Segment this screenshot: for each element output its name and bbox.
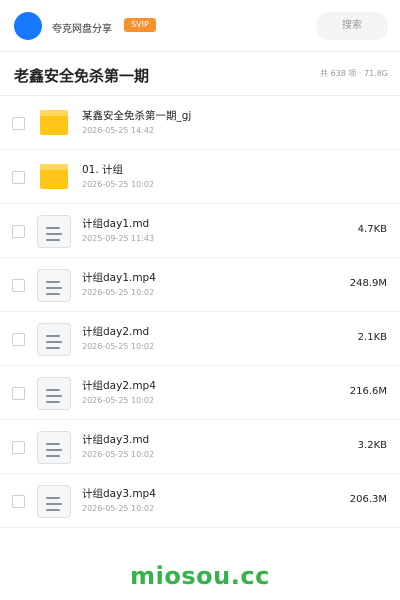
file-date: 2026-05-25 10:02 [82, 504, 155, 513]
row-checkbox[interactable] [12, 333, 25, 346]
file-date: 2026-05-25 10:02 [82, 450, 155, 459]
file-name: 计组day3.md [82, 434, 150, 446]
row-checkbox[interactable] [12, 171, 25, 184]
site-name: 夸克网盘分享 [52, 24, 112, 35]
file-row[interactable]: 01. 计组 2026-05-25 10:02 [0, 150, 400, 204]
file-row[interactable]: 计组day2.mp4 2026-05-25 10:02 216.6M [0, 366, 400, 420]
share-title: 老鑫安全免杀第一期 [14, 67, 150, 85]
row-checkbox[interactable] [12, 117, 25, 130]
file-size: 206.3M [349, 494, 387, 505]
file-name: 01. 计组 [82, 164, 124, 176]
file-row[interactable]: 计组day1.mp4 2026-05-25 10:02 248.9M [0, 258, 400, 312]
row-checkbox[interactable] [12, 279, 25, 292]
document-icon [37, 377, 71, 410]
row-checkbox[interactable] [12, 225, 25, 238]
file-name: 计组day1.md [82, 218, 150, 230]
row-checkbox[interactable] [12, 387, 25, 400]
search-button[interactable]: 搜索 [316, 12, 388, 40]
file-name: 计组day1.mp4 [82, 272, 156, 284]
document-icon [37, 269, 71, 302]
file-size: 2.1KB [357, 332, 387, 343]
row-checkbox[interactable] [12, 441, 25, 454]
file-size: 3.2KB [357, 440, 387, 451]
file-name: 某鑫安全免杀第一期_gj [82, 110, 192, 122]
title-bar: 老鑫安全免杀第一期 共 638 项 · 71.8G [0, 52, 400, 96]
file-row[interactable]: 某鑫安全免杀第一期_gj 2026-05-25 14:42 [0, 96, 400, 150]
share-summary: 共 638 项 · 71.8G [320, 69, 388, 78]
file-size: 4.7KB [357, 224, 387, 235]
file-row[interactable]: 计组day3.md 2026-05-25 10:02 3.2KB [0, 420, 400, 474]
file-list: 某鑫安全免杀第一期_gj 2026-05-25 14:42 01. 计组 202… [0, 96, 400, 528]
header: 夸克网盘分享 SVIP 搜索 [0, 0, 400, 52]
folder-icon [40, 110, 68, 135]
document-icon [37, 485, 71, 518]
avatar[interactable] [14, 12, 42, 40]
file-name: 计组day2.md [82, 326, 150, 338]
file-date: 2025-09-25 11:43 [82, 234, 155, 243]
footer-brand: miosou.cc [130, 562, 270, 590]
file-name: 计组day3.mp4 [82, 488, 156, 500]
file-row[interactable]: 计组day1.md 2025-09-25 11:43 4.7KB [0, 204, 400, 258]
document-icon [37, 323, 71, 356]
file-row[interactable]: 计组day3.mp4 2026-05-25 10:02 206.3M [0, 474, 400, 528]
folder-icon [40, 164, 68, 189]
file-date: 2026-05-25 14:42 [82, 126, 155, 135]
file-size: 216.6M [349, 386, 387, 397]
file-date: 2026-05-25 10:02 [82, 396, 155, 405]
file-date: 2026-05-25 10:02 [82, 180, 155, 189]
svip-badge: SVIP [124, 18, 156, 32]
file-date: 2026-05-25 10:02 [82, 342, 155, 351]
file-date: 2026-05-25 10:02 [82, 288, 155, 297]
file-name: 计组day2.mp4 [82, 380, 156, 392]
document-icon [37, 215, 71, 248]
document-icon [37, 431, 71, 464]
file-size: 248.9M [349, 278, 387, 289]
row-checkbox[interactable] [12, 495, 25, 508]
file-row[interactable]: 计组day2.md 2026-05-25 10:02 2.1KB [0, 312, 400, 366]
